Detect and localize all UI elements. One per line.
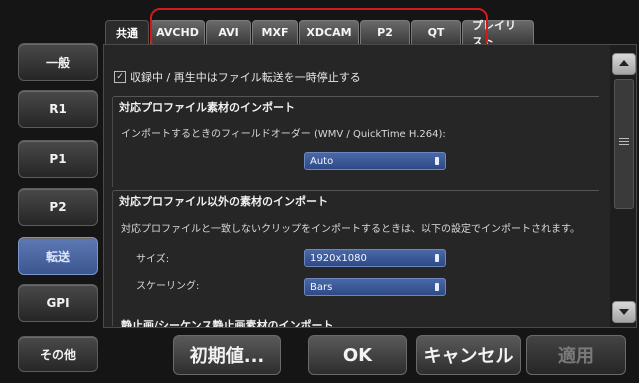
- cancel-button[interactable]: キャンセル: [416, 335, 521, 375]
- sidebar-item-label: P1: [49, 152, 67, 166]
- supported-import-group: 対応プロファイル素材のインポート: [112, 96, 599, 187]
- size-value: 1920x1080: [310, 252, 367, 264]
- settings-panel: ✓ 収録中 / 再生中はファイル転送を一時停止する 対応プロファイル素材のインポ…: [103, 44, 637, 328]
- ok-button-label: OK: [342, 344, 373, 366]
- settings-dialog: 一般 R1 P1 P2 転送 GPI その他 共通 AVCHD AVI MXF …: [0, 0, 639, 383]
- dropdown-arrow-icon: [435, 254, 439, 262]
- sidebar-item-general[interactable]: 一般: [18, 43, 98, 81]
- arrow-down-icon: [619, 309, 629, 315]
- tab-label: MXF: [261, 26, 289, 39]
- pause-transfer-option[interactable]: ✓ 収録中 / 再生中はファイル転送を一時停止する: [114, 69, 361, 85]
- tab-label: QT: [427, 26, 445, 39]
- sidebar-item-p1[interactable]: P1: [18, 140, 98, 178]
- tab-label: 共通: [116, 26, 138, 40]
- unsupported-import-description: 対応プロファイルと一致しないクリップをインポートするときは、以下の設定でインポー…: [121, 224, 580, 235]
- tab-playlist[interactable]: プレイリスト: [462, 19, 534, 48]
- sidebar-item-r1[interactable]: R1: [18, 90, 98, 128]
- tab-p2[interactable]: P2: [360, 20, 410, 44]
- tab-label: P2: [377, 26, 393, 39]
- sidebar-item-other[interactable]: その他: [18, 336, 98, 372]
- arrow-up-icon: [619, 60, 629, 66]
- sidebar-item-label: 一般: [45, 55, 70, 70]
- dropdown-arrow-icon: [435, 283, 439, 291]
- field-order-description: インポートするときのフィールドオーダー (WMV / QuickTime H.2…: [121, 129, 446, 140]
- supported-import-title: 対応プロファイル素材のインポート: [119, 101, 295, 114]
- apply-button-label: 適用: [558, 346, 594, 367]
- scroll-down-button[interactable]: [612, 301, 636, 323]
- still-image-import-title: 静止画/シーケンス静止画素材のインポート: [121, 319, 334, 327]
- pause-transfer-checkbox[interactable]: ✓: [114, 71, 126, 83]
- tab-label: AVCHD: [156, 26, 199, 39]
- tab-bar: 共通 AVCHD AVI MXF XDCAM P2 QT プレイリスト: [105, 19, 535, 48]
- scaling-dropdown[interactable]: Bars: [304, 278, 446, 296]
- tab-label: XDCAM: [306, 26, 352, 39]
- field-order-value: Auto: [310, 155, 334, 167]
- sidebar-item-label: R1: [49, 102, 67, 116]
- tab-mxf[interactable]: MXF: [252, 20, 298, 44]
- sidebar-item-p2[interactable]: P2: [18, 188, 98, 226]
- tab-label: AVI: [218, 26, 239, 39]
- tab-avchd[interactable]: AVCHD: [150, 20, 205, 44]
- sidebar-item-label: 転送: [45, 249, 70, 264]
- apply-button[interactable]: 適用: [526, 335, 626, 375]
- scaling-label: スケーリング:: [136, 281, 200, 292]
- sidebar-item-label: その他: [39, 347, 76, 362]
- grip-icon: [619, 138, 629, 146]
- tab-avi[interactable]: AVI: [206, 20, 251, 44]
- sidebar-item-label: P2: [49, 200, 67, 214]
- scroll-up-button[interactable]: [612, 53, 636, 75]
- defaults-button-label: 初期値...: [189, 346, 265, 367]
- size-label: サイズ:: [136, 254, 170, 265]
- scrollbar-thumb[interactable]: [614, 79, 634, 209]
- cancel-button-label: キャンセル: [423, 346, 514, 367]
- field-order-dropdown[interactable]: Auto: [304, 152, 446, 170]
- sidebar-item-transfer[interactable]: 転送: [18, 237, 98, 275]
- tab-common[interactable]: 共通: [105, 20, 149, 44]
- settings-content: ✓ 収録中 / 再生中はファイル転送を一時停止する 対応プロファイル素材のインポ…: [104, 45, 609, 327]
- unsupported-import-title: 対応プロファイル以外の素材のインポート: [119, 195, 328, 208]
- dropdown-arrow-icon: [435, 157, 439, 165]
- tab-qt[interactable]: QT: [411, 20, 461, 44]
- sidebar-item-label: GPI: [46, 296, 70, 310]
- ok-button[interactable]: OK: [308, 335, 407, 375]
- tab-xdcam[interactable]: XDCAM: [299, 20, 359, 44]
- sidebar-item-gpi[interactable]: GPI: [18, 284, 98, 322]
- pause-transfer-label: 収録中 / 再生中はファイル転送を一時停止する: [130, 71, 361, 84]
- scaling-value: Bars: [310, 281, 333, 293]
- size-dropdown[interactable]: 1920x1080: [304, 249, 446, 267]
- defaults-button[interactable]: 初期値...: [173, 335, 281, 375]
